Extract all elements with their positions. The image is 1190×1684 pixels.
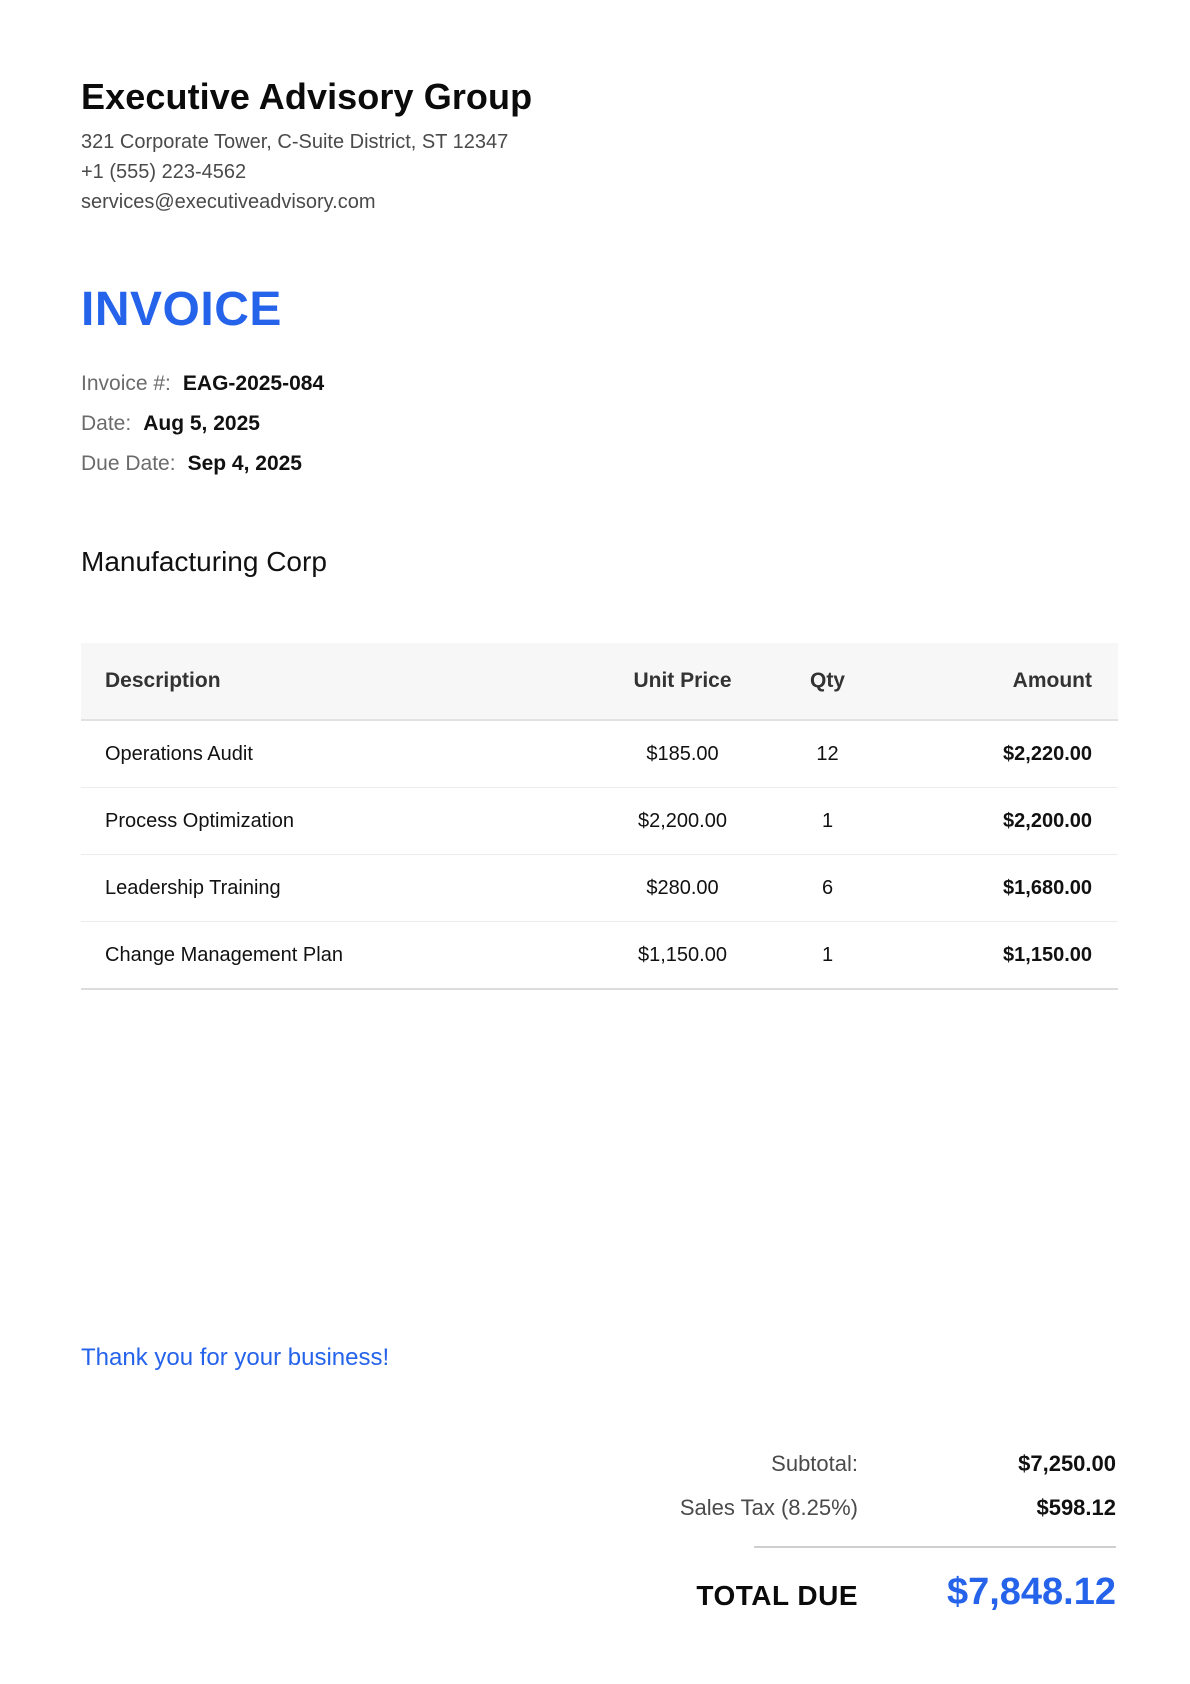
item-description: Operations Audit <box>81 720 585 788</box>
invoice-date-row: Date: Aug 5, 2025 <box>81 412 260 436</box>
table-row: Operations Audit $185.00 12 $2,220.00 <box>81 720 1118 788</box>
table-row: Leadership Training $280.00 6 $1,680.00 <box>81 854 1118 922</box>
item-description: Change Management Plan <box>81 921 585 990</box>
thank-you-note: Thank you for your business! <box>81 1344 390 1371</box>
item-unit-price: $185.00 <box>585 720 780 788</box>
item-description: Process Optimization <box>81 787 585 855</box>
item-amount: $1,150.00 <box>875 921 1118 990</box>
company-email: services@executiveadvisory.com <box>81 191 376 213</box>
invoice-date-value: Aug 5, 2025 <box>143 412 260 435</box>
company-phone: +1 (555) 223-4562 <box>81 161 247 183</box>
tax-value: $598.12 <box>1036 1495 1116 1520</box>
invoice-number-value: EAG-2025-084 <box>182 372 325 395</box>
item-amount: $2,220.00 <box>875 720 1118 788</box>
company-address: 321 Corporate Tower, C-Suite District, S… <box>81 131 509 153</box>
due-date-row: Due Date: Sep 4, 2025 <box>81 452 302 476</box>
header-amount: Amount <box>875 643 1118 721</box>
item-description: Leadership Training <box>81 854 585 922</box>
item-amount: $2,200.00 <box>875 787 1118 855</box>
item-qty: 6 <box>780 854 875 922</box>
item-qty: 1 <box>780 787 875 855</box>
item-qty: 12 <box>780 720 875 788</box>
total-due-label: TOTAL DUE <box>696 1580 858 1611</box>
subtotal-label: Subtotal: <box>771 1451 858 1476</box>
invoice-date-label: Date: <box>81 412 132 435</box>
item-unit-price: $1,150.00 <box>585 921 780 990</box>
table-header-row: Description Unit Price Qty Amount <box>81 643 1118 721</box>
line-items-table: Description Unit Price Qty Amount Operat… <box>81 643 1118 990</box>
header-qty: Qty <box>780 643 875 721</box>
header-description: Description <box>81 643 585 721</box>
invoice-number-label: Invoice #: <box>81 372 171 395</box>
item-qty: 1 <box>780 921 875 990</box>
item-unit-price: $2,200.00 <box>585 787 780 855</box>
invoice-page: Executive Advisory Group 321 Corporate T… <box>0 0 1190 1684</box>
total-due-value: $7,848.12 <box>946 1571 1116 1613</box>
invoice-title: INVOICE <box>81 283 282 336</box>
due-date-label: Due Date: <box>81 452 176 475</box>
company-name: Executive Advisory Group <box>81 76 533 117</box>
table-row: Process Optimization $2,200.00 1 $2,200.… <box>81 787 1118 855</box>
client-name: Manufacturing Corp <box>81 546 327 577</box>
header-unit-price: Unit Price <box>585 643 780 721</box>
item-unit-price: $280.00 <box>585 854 780 922</box>
tax-label: Sales Tax (8.25%) <box>679 1495 858 1520</box>
due-date-value: Sep 4, 2025 <box>187 452 302 475</box>
table-row: Change Management Plan $1,150.00 1 $1,15… <box>81 921 1118 990</box>
subtotal-value: $7,250.00 <box>1018 1451 1116 1476</box>
item-amount: $1,680.00 <box>875 854 1118 922</box>
totals-divider <box>754 1546 1116 1548</box>
invoice-number-row: Invoice #: EAG-2025-084 <box>81 372 324 396</box>
